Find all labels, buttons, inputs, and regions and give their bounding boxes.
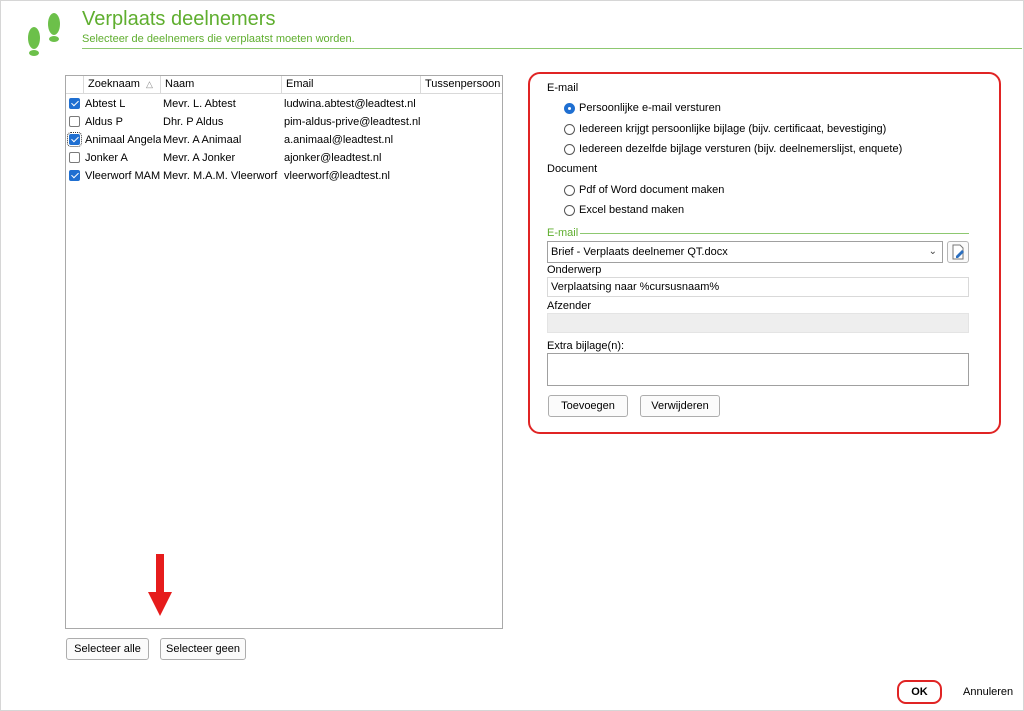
subject-input[interactable]: Verplaatsing naar %cursusnaam% (547, 277, 969, 297)
header-divider (82, 48, 1022, 49)
attachments-list[interactable] (547, 353, 969, 386)
edit-document-icon (952, 244, 964, 260)
grid-header: Zoeknaam △ Naam Email Tussenpersoon (66, 76, 502, 94)
row-checkbox[interactable] (69, 152, 80, 163)
select-all-button[interactable]: Selecteer alle (66, 638, 149, 660)
table-row[interactable]: Abtest L Mevr. L. Abtest ludwina.abtest@le… (66, 95, 502, 113)
cell-naam: Mevr. L. Abtest (163, 98, 236, 110)
row-checkbox[interactable] (67, 132, 82, 147)
cell-zoeknaam: Aldus P (85, 116, 123, 128)
sort-ascending-icon: △ (146, 79, 153, 89)
radio-label: Persoonlijke e-mail versturen (579, 102, 721, 114)
cell-email: ludwina.abtest@leadtest.nl (284, 98, 416, 110)
email-section-divider (580, 233, 969, 234)
radio-button[interactable] (564, 103, 575, 114)
sender-label: Afzender (547, 300, 592, 312)
arrow-down-icon (148, 554, 172, 616)
chevron-down-icon[interactable]: ⌄ (929, 242, 937, 262)
cell-email: a.animaal@leadtest.nl (284, 134, 394, 146)
cell-naam: Mevr. M.A.M. Vleerworf (163, 170, 278, 182)
footsteps-icon (28, 13, 60, 56)
email-template-select[interactable]: Brief - Verplaats deelnemer QT.docx ⌄ (547, 241, 943, 263)
checkbox-column-header (66, 76, 84, 93)
email-options-label: E-mail (547, 82, 579, 94)
row-checkbox[interactable] (69, 116, 80, 127)
cell-zoeknaam: Abtest L (85, 98, 126, 110)
cell-naam: Dhr. P Aldus (163, 116, 224, 128)
cell-zoeknaam: Jonker A (85, 152, 128, 164)
radio-button[interactable] (564, 144, 575, 155)
cell-zoeknaam: Vleerworf MAM (85, 170, 161, 182)
table-row[interactable]: Animaal Angela Mevr. A Animaal a.animaal@l… (66, 131, 502, 149)
ok-button[interactable]: OK (897, 680, 942, 704)
radio-button[interactable] (564, 185, 575, 196)
dialog-title: Verplaats deelnemers (82, 8, 276, 30)
table-row[interactable]: Aldus P Dhr. P Aldus pim-aldus-prive@leadt… (66, 113, 502, 131)
column-header-zoeknaam[interactable]: Zoeknaam △ (84, 76, 161, 93)
cell-email: pim-aldus-prive@leadtest.nl (284, 116, 420, 128)
radio-label: Iedereen krijgt persoonlijke bijlage (bi… (579, 123, 887, 135)
table-row[interactable]: Vleerworf MAM Mevr. M.A.M. Vleerworf vleer… (66, 167, 502, 185)
cell-email: vleerworf@leadtest.nl (284, 170, 390, 182)
email-template-value: Brief - Verplaats deelnemer QT.docx (551, 246, 728, 258)
column-header-label: Email (286, 78, 314, 90)
column-header-email[interactable]: Email (282, 76, 421, 93)
email-section-label: E-mail (547, 227, 579, 239)
document-options-label: Document (547, 163, 598, 175)
cell-zoeknaam: Animaal Angela (85, 134, 161, 146)
attachments-label: Extra bijlage(n): (547, 340, 625, 352)
row-checkbox[interactable] (69, 170, 80, 181)
cell-naam: Mevr. A Jonker (163, 152, 236, 164)
dialog-header: Verplaats deelnemers Selecteer de deelne… (0, 0, 1022, 56)
radio-label: Pdf of Word document maken (579, 184, 725, 196)
row-checkbox[interactable] (69, 98, 80, 109)
column-header-tussenpersoon[interactable]: Tussenpersoon (421, 76, 502, 93)
dialog-subtitle: Selecteer de deelnemers die verplaatst m… (82, 33, 355, 45)
edit-template-button[interactable] (947, 241, 969, 263)
remove-attachment-button[interactable]: Verwijderen (640, 395, 720, 417)
column-header-label: Naam (165, 78, 195, 90)
cell-email: ajonker@leadtest.nl (284, 152, 382, 164)
cancel-button[interactable]: Annuleren (963, 686, 1013, 698)
radio-label: Excel bestand maken (579, 204, 685, 216)
select-none-button[interactable]: Selecteer geen (160, 638, 246, 660)
column-header-label: Zoeknaam (88, 78, 140, 90)
sender-input[interactable] (547, 313, 969, 333)
column-header-label: Tussenpersoon (425, 78, 501, 90)
radio-label: Iedereen dezelfde bijlage versturen (bij… (579, 143, 903, 155)
subject-label: Onderwerp (547, 264, 602, 276)
radio-button[interactable] (564, 205, 575, 216)
column-header-naam[interactable]: Naam (161, 76, 282, 93)
table-row[interactable]: Jonker A Mevr. A Jonker ajonker@leadtest.n… (66, 149, 502, 167)
add-attachment-button[interactable]: Toevoegen (548, 395, 628, 417)
cell-naam: Mevr. A Animaal (163, 134, 242, 146)
radio-button[interactable] (564, 124, 575, 135)
participants-grid[interactable]: Zoeknaam △ Naam Email Tussenpersoon Abte… (65, 75, 503, 629)
